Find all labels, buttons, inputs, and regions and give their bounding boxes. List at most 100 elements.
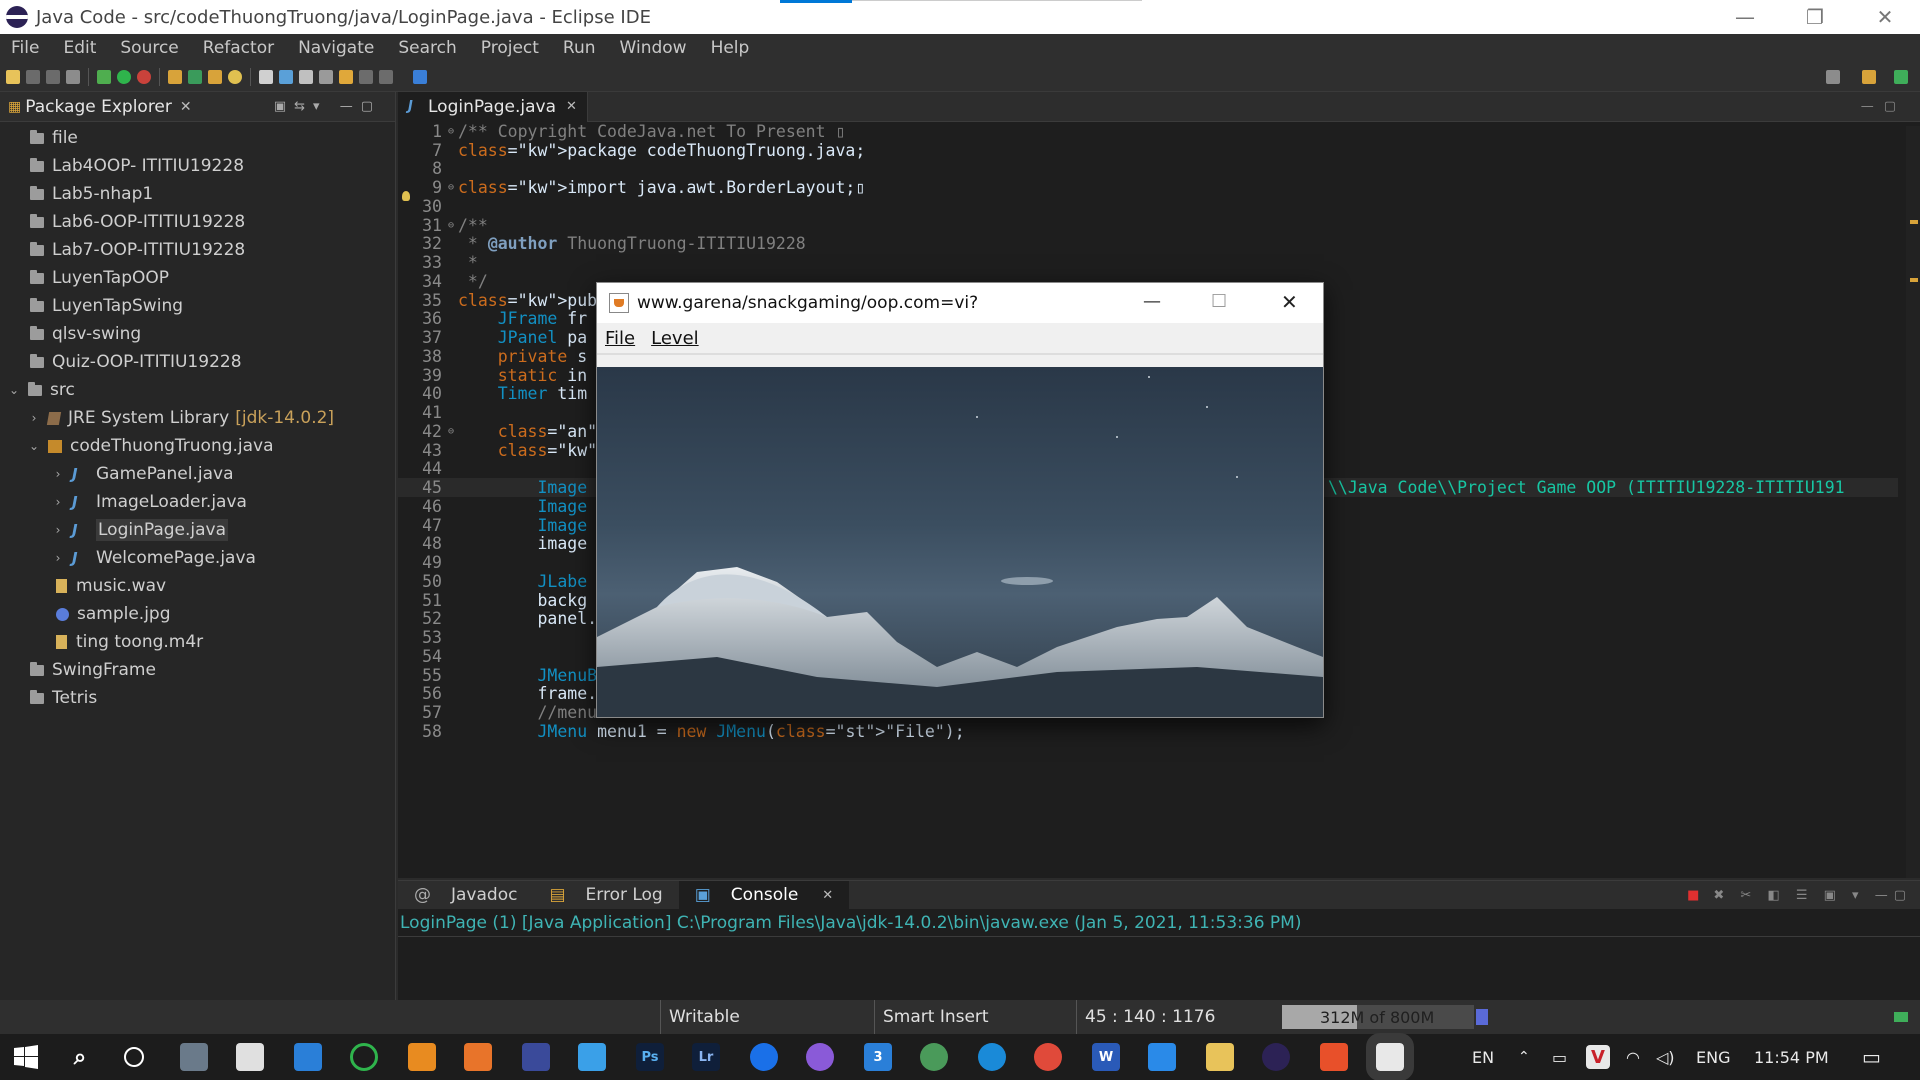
maximize-button[interactable]: ❐ [1780,0,1850,34]
tree-item[interactable]: Lab5-nhap1 [0,180,395,208]
terminate-icon[interactable]: ■ [1679,888,1713,903]
notification-icon[interactable]: ▭ [1862,1034,1881,1080]
java-minimize-button[interactable]: — [1143,291,1161,312]
tab-console[interactable]: ▣ Console ✕ [678,881,850,909]
view-toolbar-icons[interactable]: ▣⇆▾ —▢ [274,99,381,114]
java-menu-level[interactable]: Level [643,328,707,349]
close-tab-icon[interactable]: ✕ [566,99,577,114]
new-class-icon[interactable] [188,69,202,84]
open-perspective-icon[interactable] [1862,69,1876,84]
word-icon[interactable]: W [1092,1043,1120,1071]
editor-minmax-icons[interactable]: —▢ [1861,99,1906,114]
tree-item[interactable]: ⌄ codeThuongTruong.java [0,432,395,460]
app-blue-icon[interactable] [522,1043,550,1071]
tree-item[interactable]: Quiz-OOP-ITITIU19228 [0,348,395,376]
last-edit-icon[interactable] [339,69,353,84]
search-icon[interactable] [1826,69,1840,84]
close-button[interactable]: ✕ [1850,0,1920,34]
tree-item[interactable]: LuyenTapOOP [0,264,395,292]
annotation-icon[interactable] [319,69,333,84]
tree-item[interactable]: Lab7-OOP-ITITIU19228 [0,236,395,264]
chrome-icon[interactable] [1034,1043,1062,1071]
collapse-arrow-icon[interactable]: › [50,551,66,565]
search-taskbar-icon[interactable]: ⌕ [66,1043,94,1071]
tree-item[interactable]: qlsv-swing [0,320,395,348]
fold-marker-icon[interactable]: ⊖ [448,426,458,437]
java-menu-file[interactable]: File [597,328,643,349]
menu-window[interactable]: Window [609,38,700,58]
save-all-icon[interactable] [46,69,60,84]
show-whitespace-icon[interactable] [299,69,313,84]
menu-help[interactable]: Help [700,38,763,58]
tree-item[interactable]: Tetris [0,684,395,712]
back-icon[interactable] [359,69,373,84]
pdf-icon[interactable] [1320,1043,1348,1071]
eclipse-taskbar-icon[interactable] [1262,1043,1290,1071]
jupyter-icon[interactable] [464,1043,492,1071]
collapse-arrow-icon[interactable]: › [50,523,66,537]
search-toolbar-icon[interactable] [228,69,242,84]
tree-item[interactable]: Lab4OOP- ITITIU19228 [0,152,395,180]
close-view-icon[interactable]: ✕ [180,99,192,115]
store-icon[interactable] [236,1043,264,1071]
tray-chevron-icon[interactable]: ⌃ [1518,1034,1530,1080]
app-green-icon[interactable] [350,1043,378,1071]
new-icon[interactable] [6,69,20,84]
progress-icon[interactable] [1894,1012,1908,1022]
lang-long[interactable]: ENG [1696,1034,1730,1080]
menu-refactor[interactable]: Refactor [192,38,287,58]
tree-item[interactable]: Lab6-OOP-ITITIU19228 [0,208,395,236]
debug-icon[interactable] [97,69,111,84]
tree-item[interactable]: › JRE System Library [jdk-14.0.2] [0,404,395,432]
open-type-icon[interactable] [208,69,222,84]
fold-marker-icon[interactable]: ⊖ [448,126,458,137]
menu-edit[interactable]: Edit [52,38,109,58]
fold-marker-icon[interactable]: ⊖ [448,182,458,193]
tree-item[interactable]: › J WelcomePage.java [0,544,395,572]
java-maximize-button[interactable]: ☐ [1211,291,1227,312]
code-line[interactable]: 31 ⊖/** [398,216,1898,235]
vscode-icon[interactable] [1148,1043,1176,1071]
code-line[interactable]: 58 JMenu menu1 = new JMenu(class="st">"F… [398,722,1898,741]
code-line[interactable]: 9 ⊖ class="kw">import java.awt.BorderLayou… [398,178,1898,197]
perspective-icon[interactable] [413,69,427,84]
photoshop-icon[interactable]: Ps [636,1043,664,1071]
vivaldi-tray-icon[interactable]: V [1586,1045,1610,1069]
menu-source[interactable]: Source [109,38,191,58]
lang-short[interactable]: EN [1472,1034,1494,1080]
tree-item[interactable]: › J ImageLoader.java [0,488,395,516]
quick-fix-bulb-icon[interactable] [402,191,410,201]
zalo-icon[interactable] [750,1043,778,1071]
app-3-icon[interactable]: 3 [864,1043,892,1071]
run-icon[interactable] [117,69,131,84]
word-wrap-icon[interactable] [279,69,293,84]
menu-run[interactable]: Run [552,38,609,58]
tree-item[interactable]: ⌄ src [0,376,395,404]
tab-javadoc[interactable]: @ Javadoc [398,885,533,905]
heap-status[interactable]: 312M of 800M [1282,1005,1474,1029]
calculator-icon[interactable] [180,1043,208,1071]
tree-item[interactable]: sample.jpg [0,600,395,628]
forward-icon[interactable] [379,69,393,84]
java-app-taskbar-icon[interactable] [1366,1033,1414,1080]
volume-icon[interactable]: ◁) [1656,1034,1675,1080]
mark-occurrences-icon[interactable] [259,69,273,84]
app-leaf-icon[interactable] [920,1043,948,1071]
collapse-arrow-icon[interactable]: › [50,495,66,509]
menu-file[interactable]: File [0,38,52,58]
battery-icon[interactable]: ▭ [1552,1034,1567,1080]
code-line[interactable]: 8 [398,159,1898,178]
code-line[interactable]: 1 ⊖/** Copyright CodeJava.net To Present … [398,122,1898,141]
expand-arrow-icon[interactable]: ⌄ [6,383,22,397]
expand-arrow-icon[interactable]: ⌄ [26,439,42,453]
java-close-button[interactable]: ✕ [1281,290,1298,314]
windows-start-icon[interactable] [12,1043,40,1071]
code-line[interactable]: 33 * [398,253,1898,272]
save-icon[interactable] [26,69,40,84]
app-purple-icon[interactable] [806,1043,834,1071]
tree-item[interactable]: SwingFrame [0,656,395,684]
tab-error-log[interactable]: ▤ Error Log [533,885,678,905]
file-explorer-icon[interactable] [1206,1043,1234,1071]
clock[interactable]: 11:54 PM [1754,1034,1829,1080]
garbage-collect-icon[interactable] [1476,1009,1488,1025]
